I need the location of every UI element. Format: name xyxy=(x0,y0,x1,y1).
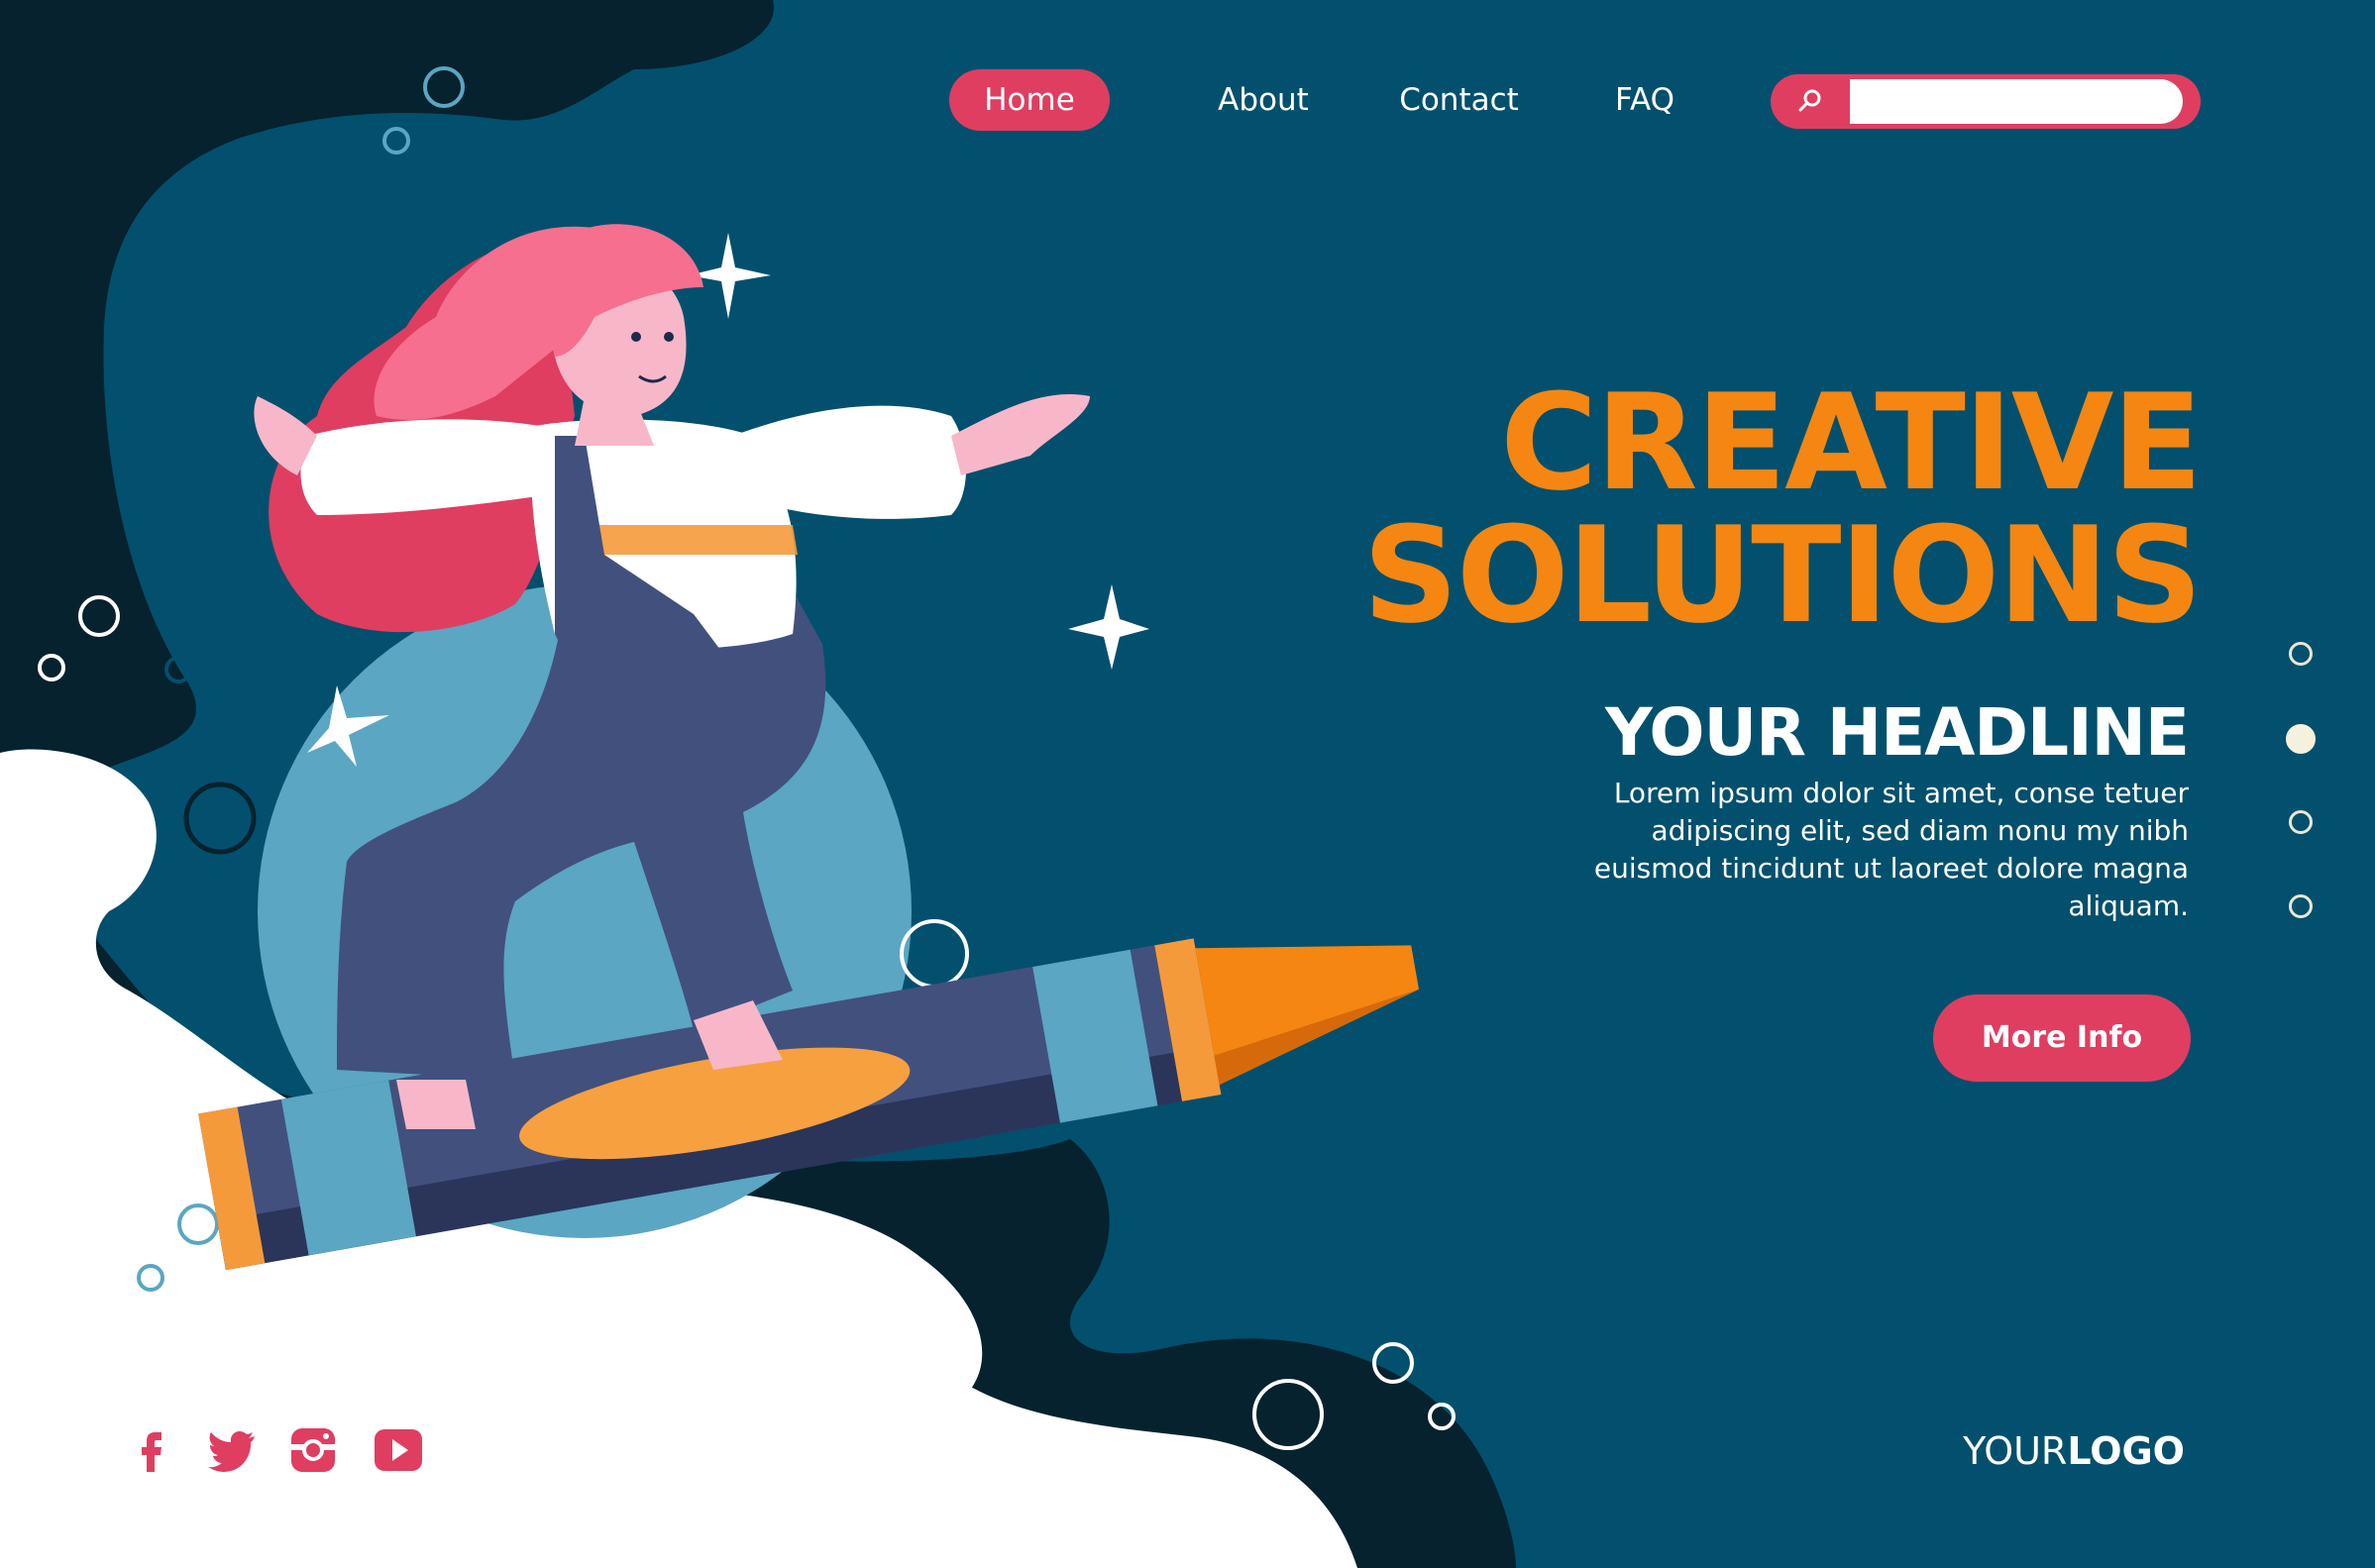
nav-faq[interactable]: FAQ xyxy=(1605,69,1684,131)
pagination-dot-2[interactable] xyxy=(2286,724,2316,754)
youtube-icon[interactable] xyxy=(371,1422,426,1478)
pagination-dot-4[interactable] xyxy=(2289,894,2313,918)
hero-title-line-2: SOLUTIONS xyxy=(1362,498,2203,653)
twitter-icon[interactable] xyxy=(205,1422,261,1478)
logo-part-1: YOUR xyxy=(1963,1429,2068,1473)
logo-part-2: LOGO xyxy=(2067,1429,2185,1473)
search-bar xyxy=(1771,74,2201,129)
landing-page: Home About Contact FAQ CREATIVE SOLUTION… xyxy=(0,0,2375,1568)
search-icon[interactable] xyxy=(1794,86,1824,116)
search-input[interactable] xyxy=(1850,79,2183,124)
body-text: Lorem ipsum dolor sit amet, conse tetuer… xyxy=(1593,777,2189,922)
ring-decoration xyxy=(183,782,257,855)
nav-about[interactable]: About xyxy=(1204,69,1323,131)
top-nav: Home About Contact FAQ xyxy=(0,0,2375,139)
nav-contact[interactable]: Contact xyxy=(1387,69,1531,131)
sparkle-star xyxy=(689,233,771,319)
hero-title: CREATIVE SOLUTIONS xyxy=(1210,366,2203,653)
pagination-dot-3[interactable] xyxy=(2289,810,2313,834)
pagination-dot-1[interactable] xyxy=(2289,642,2313,666)
ring-decoration xyxy=(900,919,969,989)
brand-logo: YOURLOGO xyxy=(1957,1426,2185,1476)
headline: YOUR HEADLINE xyxy=(1604,694,2190,771)
sparkle-star xyxy=(1068,584,1149,670)
instagram-icon[interactable] xyxy=(285,1422,341,1478)
more-info-button[interactable]: More Info xyxy=(1933,994,2191,1082)
hero-title-line-1: CREATIVE xyxy=(1500,366,2203,520)
nav-home[interactable]: Home xyxy=(949,69,1110,131)
facebook-icon[interactable] xyxy=(124,1422,179,1478)
